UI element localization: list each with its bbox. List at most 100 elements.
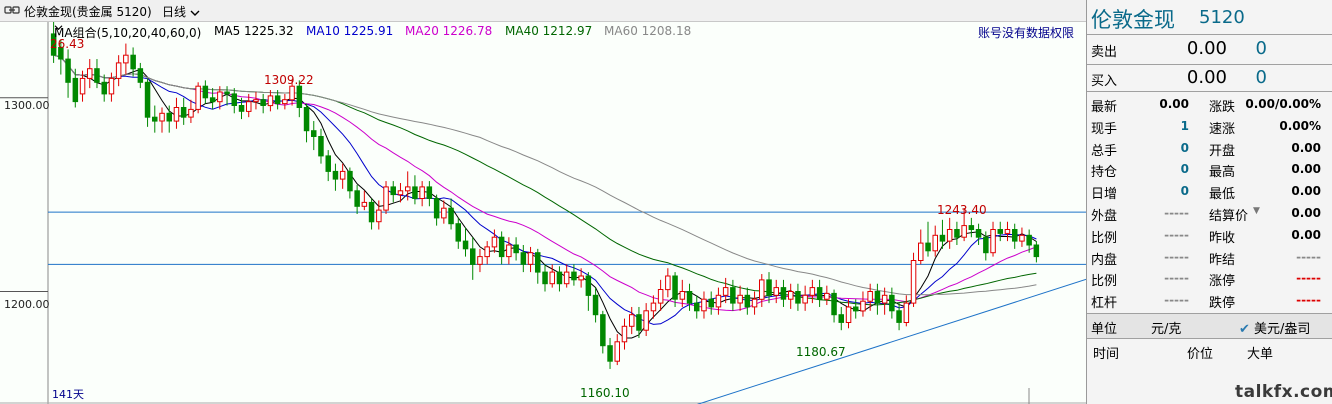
quote-value: 0.00: [1291, 140, 1321, 155]
quote-row: 内盘 ----- 昨结 -----: [1087, 247, 1332, 268]
candle: [585, 275, 592, 296]
ma20-legend: MA20 1226.78: [405, 24, 493, 38]
candle: [983, 236, 989, 254]
candle: [903, 302, 910, 324]
candle: [506, 244, 512, 258]
candle: [513, 244, 519, 254]
candle: [853, 306, 859, 312]
candle: [563, 271, 570, 285]
quote-value: -----: [1164, 206, 1189, 220]
kline-chart[interactable]: MA组合(5,10,20,40,60,0) MA5 1225.32 MA10 1…: [0, 22, 1086, 404]
candle: [636, 314, 642, 331]
candle: [470, 248, 476, 265]
candle: [932, 234, 938, 252]
candle: [527, 252, 534, 265]
candle: [180, 107, 187, 118]
candle: [368, 201, 375, 223]
quote-value: -----: [1296, 249, 1321, 264]
price-label-high: 1309.22: [264, 73, 314, 87]
candle: [238, 105, 245, 112]
candle: [441, 207, 447, 219]
quote-value: 0: [1180, 162, 1189, 177]
candle: [780, 287, 787, 300]
candle: [650, 302, 657, 312]
quote-value: 0.00: [1159, 97, 1189, 111]
unit-usd-option[interactable]: ✔ 美元/盎司: [1239, 318, 1310, 337]
quote-row: 现手 1 速涨 0.00%: [1087, 116, 1332, 137]
period-selector[interactable]: 日线: [162, 3, 200, 20]
col-price: 价位: [1187, 347, 1214, 362]
candle: [405, 186, 411, 192]
candle: [556, 271, 563, 285]
candle: [144, 81, 151, 118]
col-big-order: 大单: [1247, 347, 1274, 362]
candle: [918, 242, 924, 262]
quote-value: 0: [1180, 140, 1189, 155]
candle: [217, 91, 223, 103]
quote-label: 速涨: [1209, 121, 1236, 137]
y-tick-label: 1300.00: [4, 99, 50, 112]
quote-label: 比例: [1091, 274, 1118, 290]
candle: [788, 291, 794, 300]
quote-value: 0.00: [1291, 227, 1321, 242]
candle: [730, 287, 736, 304]
bar-count-label: 141天: [52, 388, 84, 401]
candle: [260, 99, 266, 106]
candle: [759, 279, 765, 300]
divider: [1087, 338, 1332, 339]
candle: [246, 101, 252, 112]
quote-value: 0.00: [1291, 184, 1321, 199]
candle: [166, 112, 172, 122]
ma5-line: [53, 54, 1037, 339]
candle: [296, 85, 303, 108]
unit-cny-option[interactable]: 元/克: [1151, 318, 1181, 337]
candle: [448, 207, 454, 225]
candle: [744, 294, 751, 308]
candle: [354, 190, 360, 207]
candle: [824, 292, 830, 300]
candle: [831, 292, 837, 316]
candle: [838, 314, 844, 323]
candle: [643, 310, 649, 331]
candle: [961, 225, 967, 238]
quote-value: 0.00/0.00%: [1245, 97, 1321, 111]
symbol-title[interactable]: 伦敦金现(贵金属 5120): [24, 3, 152, 20]
candle: [542, 271, 548, 285]
divider: [1087, 64, 1332, 65]
candle: [1012, 229, 1018, 242]
candle: [860, 300, 866, 312]
candle: [990, 229, 996, 254]
quote-value: -----: [1296, 271, 1321, 286]
candle: [419, 186, 425, 199]
candle: [809, 287, 816, 296]
candle: [195, 85, 201, 110]
quote-label: 现手: [1091, 121, 1118, 137]
candle: [224, 91, 230, 95]
divider: [1087, 34, 1332, 35]
buy-price: 0.00: [1186, 67, 1227, 88]
candle: [686, 291, 693, 304]
candle: [433, 198, 440, 219]
candle: [253, 99, 259, 103]
kline-svg[interactable]: [0, 22, 1086, 404]
price-label-low: 1180.67: [796, 345, 846, 359]
candle: [361, 201, 368, 207]
candle: [347, 170, 353, 192]
candle: [137, 68, 144, 83]
chevron-down-icon[interactable]: ▼: [1253, 206, 1260, 216]
candle: [426, 186, 433, 199]
quote-panel: 伦敦金现 5120 卖出 0.00 0 买入 0.00 0 最新 0.00 涨跌 0.…: [1086, 0, 1332, 404]
candle: [455, 223, 461, 242]
candle: [896, 310, 902, 323]
quote-row: 总手 0 开盘 0.00: [1087, 138, 1332, 159]
check-icon: ✔: [1239, 322, 1250, 337]
link-icon[interactable]: [4, 4, 20, 19]
quote-value: 0: [1180, 184, 1189, 199]
candle: [657, 289, 664, 304]
candle: [549, 271, 555, 285]
candle: [159, 112, 165, 122]
candle: [939, 234, 946, 242]
price-label-top-left: 26.43: [50, 37, 85, 51]
candle: [592, 294, 599, 316]
candle: [397, 190, 404, 196]
